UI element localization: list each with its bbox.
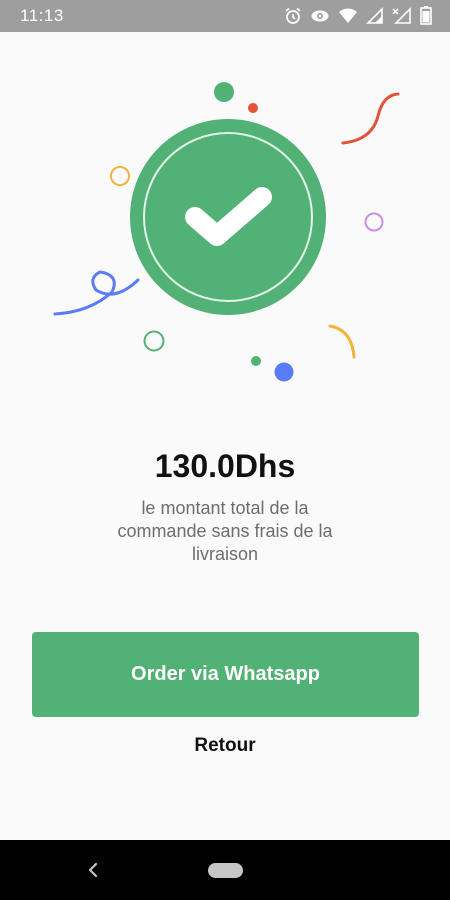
status-time: 11:13 bbox=[20, 6, 64, 25]
home-pill[interactable] bbox=[208, 863, 243, 878]
status-icons bbox=[284, 6, 432, 25]
signal-icon bbox=[366, 6, 384, 25]
confetti-dot bbox=[214, 82, 234, 102]
total-amount: 130.0Dhs bbox=[154, 448, 296, 484]
battery-icon bbox=[420, 6, 432, 25]
signal-no-data-icon bbox=[392, 6, 412, 25]
amount-description: le montant total de la commande sans fra… bbox=[117, 498, 333, 564]
confetti-arc bbox=[328, 324, 356, 359]
confetti-streamer bbox=[341, 92, 400, 145]
confetti-dot bbox=[251, 356, 261, 366]
confetti-dot bbox=[274, 362, 294, 382]
success-illustration bbox=[53, 82, 400, 382]
back-button[interactable]: Retour bbox=[0, 735, 450, 757]
confetti-streamer bbox=[53, 270, 140, 316]
confetti-dot bbox=[248, 103, 258, 113]
back-icon[interactable] bbox=[86, 862, 100, 883]
confetti-ring bbox=[143, 330, 165, 352]
confetti-ring bbox=[110, 166, 130, 186]
confetti-ring bbox=[364, 212, 384, 232]
order-whatsapp-button[interactable]: Order via Whatsapp bbox=[32, 632, 419, 717]
wifi-icon bbox=[338, 7, 358, 25]
eye-icon bbox=[310, 7, 330, 25]
check-badge bbox=[130, 119, 326, 315]
navigation-bar bbox=[0, 840, 450, 900]
alarm-icon bbox=[284, 7, 302, 25]
status-bar: 11:13 bbox=[0, 0, 450, 32]
